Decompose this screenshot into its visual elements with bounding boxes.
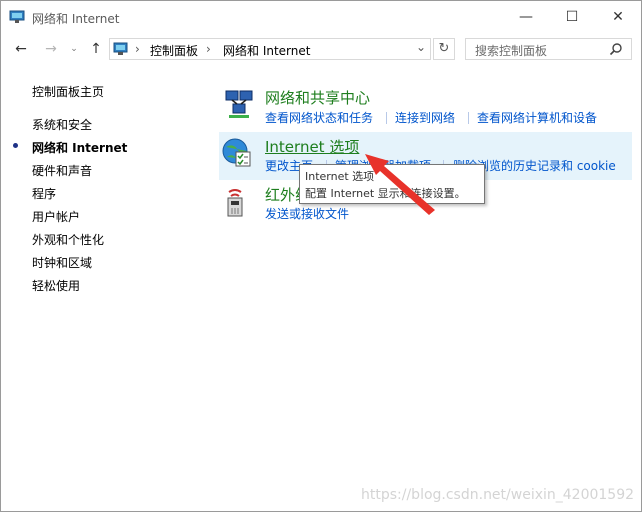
control-panel-window: 网络和 Internet — ☐ ✕ ← → ⌄ ↑ › 控制面板 › 网络和 … <box>0 0 642 512</box>
annotation-arrow <box>365 154 435 215</box>
watermark: https://blog.csdn.net/weixin_42001592 <box>361 487 635 503</box>
